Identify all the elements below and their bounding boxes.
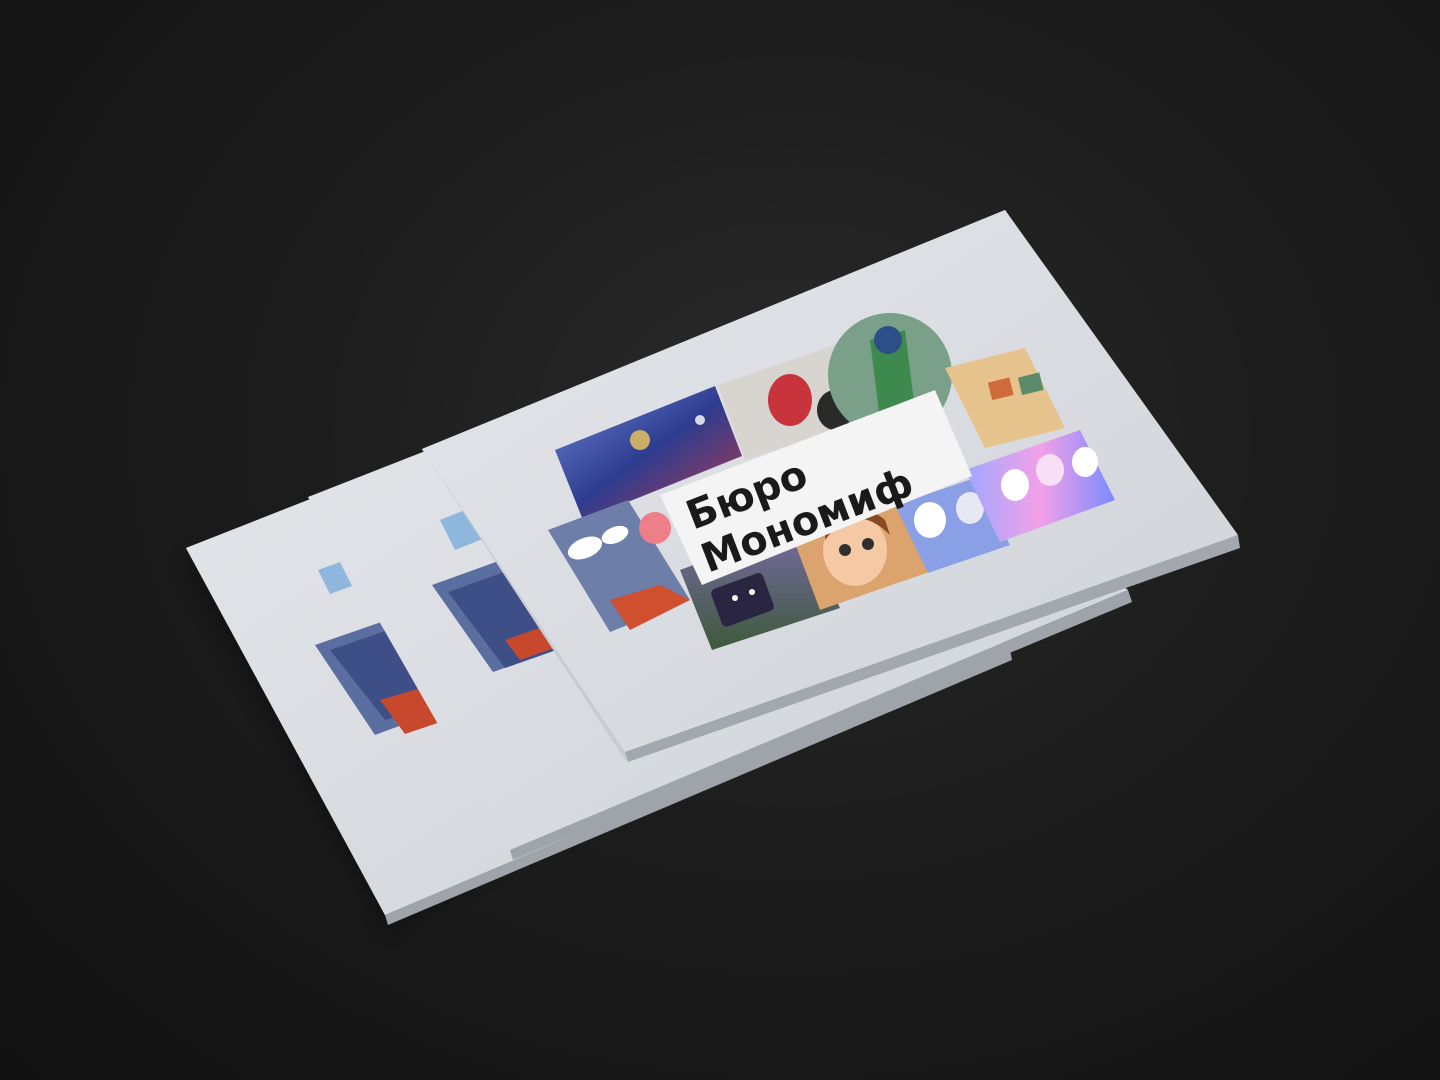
booklet-mockup-scene: Бюро Мономиф (185, 210, 1240, 930)
pink-monster-panel (639, 512, 671, 544)
